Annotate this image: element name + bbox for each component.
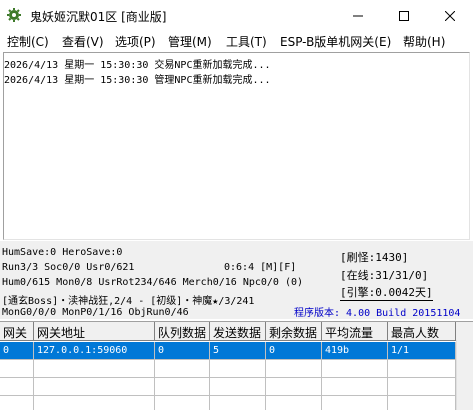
status-online: [在线:31/31/0]	[340, 269, 429, 282]
maximize-icon	[399, 10, 409, 21]
status-area: HumSave:0 HeroSave:0 Run3/3 Soc0/0 Usr0/…	[0, 241, 473, 319]
minimize-button[interactable]	[335, 0, 381, 31]
table-cell	[34, 396, 155, 410]
close-icon	[445, 10, 455, 21]
table-cell	[388, 396, 456, 410]
log-panel[interactable]: 2026/4/13 星期一 15:30:30 交易NPC重新加载完成... 20…	[3, 52, 470, 240]
column-header[interactable]: 队列数据	[155, 322, 210, 341]
status-run: Run3/3 Soc0/0 Usr0/621	[2, 262, 135, 273]
table-cell: 127.0.0.1:59060	[34, 342, 155, 360]
table-row-empty	[0, 378, 456, 396]
status-boss: [通玄Boss]・渎神战狂,2/4 - [初级]・神魔★/3/241	[2, 296, 255, 307]
minimize-icon	[353, 15, 363, 16]
menu-control[interactable]: 控制(C)	[7, 33, 49, 50]
column-header[interactable]: 剩余数据	[266, 322, 322, 341]
table-cell	[322, 396, 388, 410]
menu-gateway[interactable]: ESP-B版单机网关(E)	[280, 33, 391, 50]
status-objects: MonG0/0/0 MonP0/1/16 ObjRun0/46	[2, 307, 189, 318]
table-cell	[210, 378, 266, 396]
table-cell	[266, 396, 322, 410]
table-cell: 5	[210, 342, 266, 360]
window-title: 鬼妖姬沉默01区 [商业版]	[30, 10, 167, 24]
table-header: 网关 网关地址 队列数据 发送数据 剩余数据 平均流量 最高人数	[0, 322, 473, 341]
status-refresh: [刷怪:1430]	[340, 251, 409, 264]
menu-view[interactable]: 查看(V)	[62, 33, 104, 50]
status-counts: Hum0/615 Mon0/8 UsrRot234/646 Merch0/16 …	[2, 277, 304, 288]
status-timer: 0:6:4 [M][F]	[224, 262, 297, 273]
table-row[interactable]: 0 127.0.0.1:59060 0 5 0 419b 1/1	[0, 342, 456, 360]
column-header[interactable]: 发送数据	[210, 322, 266, 341]
table-cell	[322, 378, 388, 396]
table-cell	[155, 378, 210, 396]
version-label: 程序版本: 4.00 Build 20151104	[294, 308, 461, 319]
status-save: HumSave:0 HeroSave:0	[2, 247, 123, 258]
maximize-button[interactable]	[381, 0, 427, 31]
table-cell: 0	[266, 342, 322, 360]
menu-tools[interactable]: 工具(T)	[226, 33, 267, 50]
title-bar: 鬼妖姬沉默01区 [商业版]	[0, 0, 473, 31]
gateway-table[interactable]: 网关 网关地址 队列数据 发送数据 剩余数据 平均流量 最高人数 0 127.0…	[0, 321, 473, 410]
table-row-empty	[0, 396, 456, 410]
table-cell	[0, 378, 34, 396]
menu-help[interactable]: 帮助(H)	[403, 33, 445, 50]
menu-manage[interactable]: 管理(M)	[168, 33, 212, 50]
table-cell	[388, 378, 456, 396]
table-cell: 419b	[322, 342, 388, 360]
table-row-empty	[0, 360, 456, 378]
table-cell: 1/1	[388, 342, 456, 360]
menu-options[interactable]: 选项(P)	[115, 33, 156, 50]
menu-bar: 控制(C) 查看(V) 选项(P) 管理(M) 工具(T) ESP-B版单机网关…	[0, 31, 473, 51]
table-cell	[34, 360, 155, 378]
table-cell	[322, 360, 388, 378]
status-engine: [引擎:0.0042天]	[340, 286, 433, 301]
table-cell: 0	[155, 342, 210, 360]
table-cell	[266, 360, 322, 378]
close-button[interactable]	[427, 0, 473, 31]
table-cell	[0, 360, 34, 378]
table-cell	[34, 378, 155, 396]
column-header[interactable]: 网关地址	[34, 322, 155, 341]
app-gear-icon	[6, 7, 22, 23]
log-line: 2026/4/13 星期一 15:30:30 管理NPC重新加载完成...	[4, 75, 271, 86]
column-header[interactable]: 平均流量	[322, 322, 388, 341]
table-cell: 0	[0, 342, 34, 360]
table-cell	[266, 378, 322, 396]
column-header[interactable]: 网关	[0, 322, 34, 341]
column-header[interactable]: 最高人数	[388, 322, 456, 341]
log-line: 2026/4/13 星期一 15:30:30 交易NPC重新加载完成...	[4, 60, 271, 71]
table-cell	[210, 360, 266, 378]
table-cell	[155, 396, 210, 410]
table-scrollbar[interactable]	[456, 340, 473, 410]
table-cell	[388, 360, 456, 378]
table-cell	[155, 360, 210, 378]
table-cell	[210, 396, 266, 410]
table-cell	[0, 396, 34, 410]
